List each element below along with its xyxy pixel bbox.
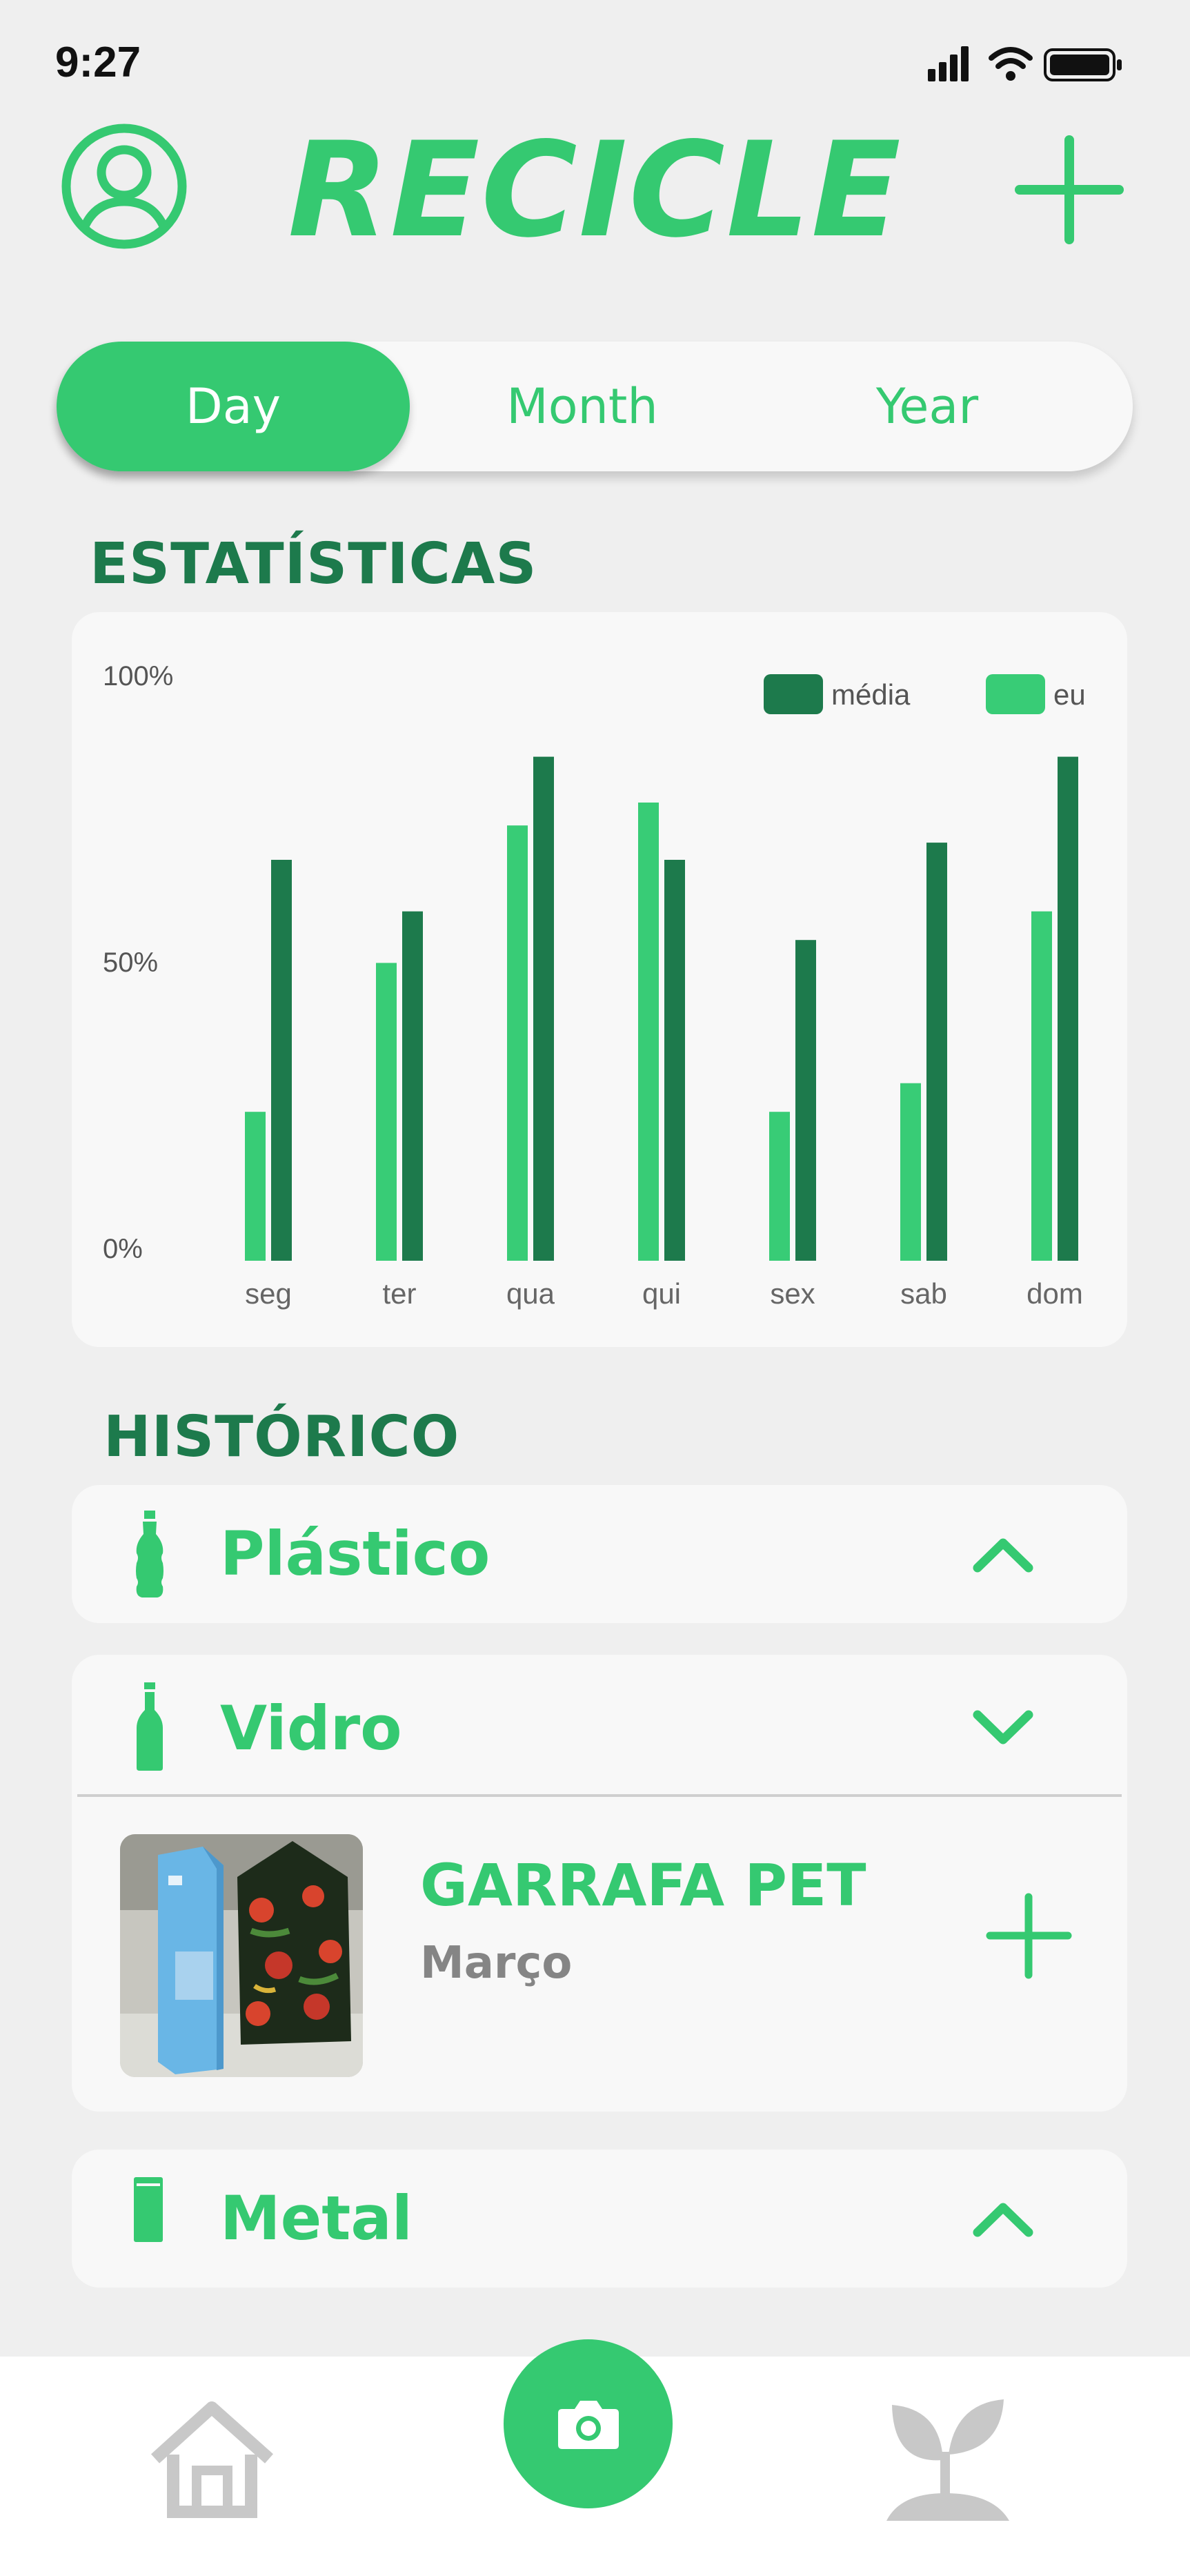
- status-icons: [928, 46, 1122, 81]
- stats-chart: média eu 100% 50% 0% seg ter qua qui sex sab dom: [103, 661, 1086, 1310]
- bar-media-qui: [664, 860, 685, 1261]
- bar-eu-sex: [769, 1112, 790, 1261]
- category-label: Vidro: [220, 1693, 402, 1764]
- category-card-glass: Vidro GARRAFA PET Março: [72, 1655, 1127, 2112]
- item-name: GARRAFA PET: [420, 1851, 866, 1919]
- x-tick-label: sex: [770, 1277, 815, 1310]
- category-label: Plástico: [220, 1518, 490, 1589]
- camera-icon: [557, 2400, 619, 2449]
- category-card-plastic[interactable]: Plástico: [72, 1485, 1127, 1623]
- plant-icon[interactable]: [880, 2398, 1014, 2526]
- plastic-bottle-icon: [136, 1511, 163, 1597]
- legend-swatch: [986, 674, 1045, 714]
- y-tick-label: 100%: [103, 661, 173, 691]
- x-tick-label: ter: [382, 1277, 416, 1310]
- x-tick-label: seg: [245, 1277, 292, 1310]
- period-selector: Day Month Year: [57, 342, 1133, 471]
- bar-media-sab: [926, 843, 947, 1261]
- bar-media-seg: [271, 860, 292, 1261]
- y-tick-label: 0%: [103, 1234, 143, 1264]
- plus-icon: [986, 1893, 1072, 1979]
- tab-year[interactable]: Year: [755, 342, 1100, 471]
- glass-bottle-icon: [137, 1682, 163, 1771]
- tab-day[interactable]: Day: [57, 342, 410, 471]
- category-label: Metal: [220, 2183, 413, 2254]
- stats-title: ESTATÍSTICAS: [90, 531, 537, 597]
- legend-label: média: [831, 678, 911, 711]
- bar-eu-sab: [900, 1083, 921, 1261]
- bar-media-qua: [533, 756, 554, 1261]
- camera-button[interactable]: [504, 2339, 673, 2508]
- legend-label: eu: [1053, 678, 1086, 711]
- y-tick-label: 50%: [103, 947, 158, 978]
- x-tick-label: qui: [642, 1277, 681, 1310]
- bar-eu-ter: [376, 963, 397, 1261]
- category-card-metal[interactable]: Metal: [72, 2150, 1127, 2288]
- x-tick-label: sab: [900, 1277, 947, 1310]
- legend-swatch: [764, 674, 823, 714]
- plus-icon: [1015, 135, 1124, 244]
- bar-eu-dom: [1031, 911, 1052, 1261]
- chart-legend: média eu: [764, 674, 1086, 714]
- category-header-glass[interactable]: Vidro: [72, 1655, 1127, 1793]
- wifi-icon: [989, 47, 1033, 81]
- item-date: Março: [420, 1938, 573, 1989]
- bar-eu-qui: [638, 803, 659, 1261]
- x-tick-label: qua: [506, 1277, 555, 1310]
- battery-icon: [1044, 48, 1122, 81]
- add-item-button[interactable]: [986, 1893, 1072, 1979]
- history-title: HISTÓRICO: [103, 1404, 460, 1470]
- status-time: 9:27: [55, 39, 141, 86]
- home-icon[interactable]: [148, 2398, 276, 2519]
- divider: [77, 1794, 1122, 1797]
- item-photo: [120, 1834, 363, 2077]
- bar-eu-qua: [507, 825, 528, 1261]
- bar-eu-seg: [245, 1112, 266, 1261]
- bar-media-sex: [795, 940, 816, 1261]
- x-tick-label: dom: [1027, 1277, 1083, 1310]
- chevron-up-icon[interactable]: [972, 2198, 1034, 2239]
- app-title: RECICLE: [288, 114, 902, 266]
- chevron-up-icon[interactable]: [972, 1533, 1034, 1575]
- stats-chart-card: média eu 100% 50% 0% seg ter qua qui sex sab dom: [72, 612, 1127, 1347]
- tab-month[interactable]: Month: [410, 342, 755, 471]
- bar-media-dom: [1058, 756, 1078, 1261]
- signal-icon: [928, 46, 969, 81]
- can-icon: [134, 2177, 163, 2242]
- add-button[interactable]: [1014, 135, 1124, 245]
- chevron-down-icon[interactable]: [972, 1707, 1034, 1748]
- bar-media-ter: [402, 911, 423, 1261]
